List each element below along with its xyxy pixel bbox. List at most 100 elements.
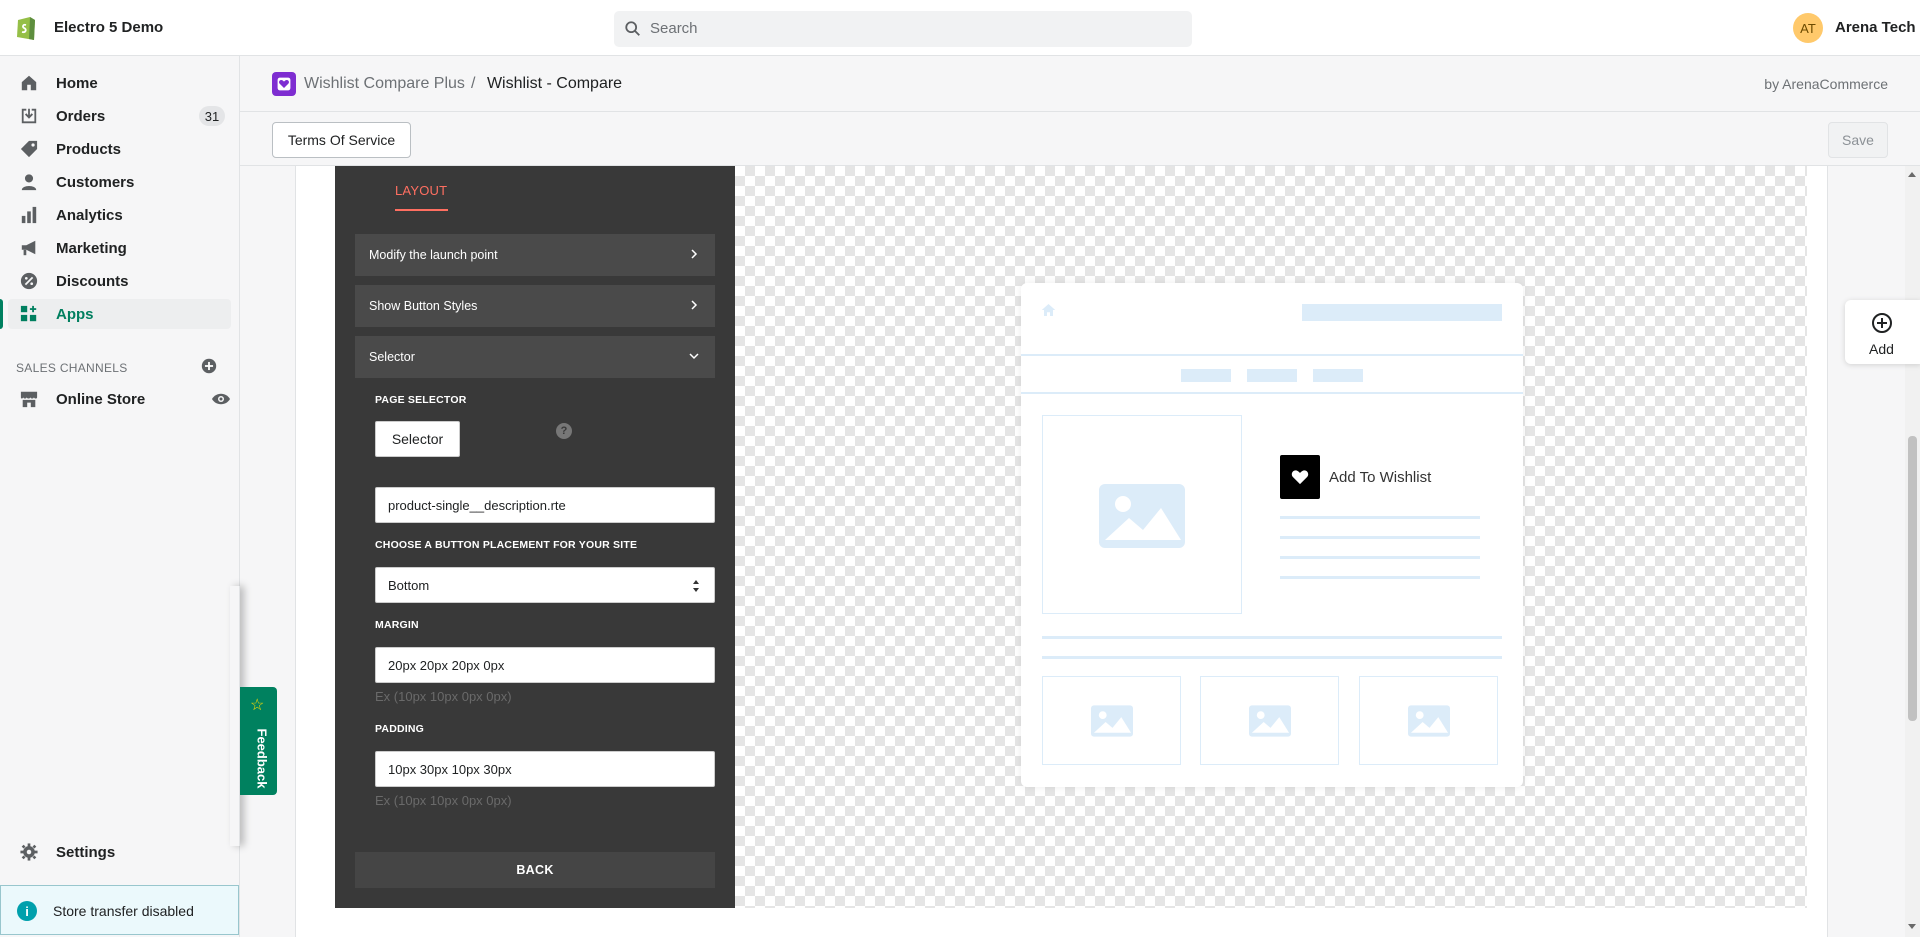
sidebar-item-settings[interactable]: Settings [8,837,231,867]
sidebar-item-label: Online Store [56,391,146,408]
discount-icon [20,272,38,290]
sidebar-item-label: Analytics [56,207,123,224]
plus-circle-icon [1872,313,1892,333]
tag-icon [20,140,38,158]
breadcrumb-separator: / [470,75,476,92]
sidebar-item-label: Home [56,75,98,92]
back-button[interactable]: BACK [355,852,715,888]
avatar[interactable]: AT [1793,13,1823,43]
mock-divider [1021,354,1523,356]
mock-text-line [1280,576,1480,579]
search-icon [625,21,640,36]
mock-divider [1021,392,1523,394]
settings-panel: LAYOUT Modify the launch point Show Butt… [335,166,735,908]
info-icon: i [17,901,37,921]
sidebar-item-apps[interactable]: Apps [0,299,231,329]
scroll-down-arrow-icon[interactable] [1908,924,1916,929]
sidebar-item-label: Apps [56,306,94,323]
mock-text-line [1042,656,1502,659]
scroll-up-arrow-icon[interactable] [1908,172,1916,177]
accordion-modify-launch-point[interactable]: Modify the launch point [355,234,715,276]
mock-nav-item [1313,369,1363,382]
selector-button[interactable]: Selector [375,421,460,457]
help-icon[interactable]: ? [556,423,572,439]
mock-thumbnail [1042,676,1181,765]
chevron-down-icon [689,353,699,360]
shadow-decoration [230,586,240,846]
user-name[interactable]: Arena Tech [1835,19,1916,36]
mock-text-line [1280,536,1480,539]
by-developer: by ArenaCommerce [1764,76,1888,92]
accordion-show-button-styles[interactable]: Show Button Styles [355,285,715,327]
heart-icon [1291,470,1309,485]
person-icon [21,174,37,191]
sidebar-item-customers[interactable]: Customers [8,167,231,197]
chevron-right-icon [691,300,698,310]
tab-layout[interactable]: LAYOUT [395,183,447,198]
placement-value: Bottom [388,578,430,593]
feedback-label: Feedback [254,728,270,789]
padding-input[interactable]: 10px 30px 10px 30px [375,751,715,787]
add-sales-channel-icon[interactable] [200,357,218,375]
feedback-tab[interactable]: ☆ Feedback [240,687,277,795]
page-title: Wishlist - Compare [486,75,623,92]
margin-hint: Ex (10px 10px 0px 0px) [375,689,512,704]
eye-icon[interactable] [211,391,231,407]
margin-label: MARGIN [375,619,419,631]
store-name[interactable]: Electro 5 Demo [54,19,163,36]
store-icon [20,391,38,408]
sidebar-item-orders[interactable]: Orders 31 [8,101,231,131]
sidebar-item-label: Settings [56,844,116,861]
sidebar-item-home[interactable]: Home [8,68,231,98]
search-placeholder: Search [650,20,698,37]
sidebar-item-online-store[interactable]: Online Store [8,384,231,414]
megaphone-icon [21,240,36,256]
gear-icon [20,843,38,861]
sidebar-item-label: Marketing [56,240,127,257]
margin-input[interactable]: 20px 20px 20px 0px [375,647,715,683]
placement-label: CHOOSE A BUTTON PLACEMENT FOR YOUR SITE [375,539,638,551]
add-label: Add [1869,341,1894,357]
action-bar: Terms Of Service Save [240,112,1920,166]
app-header: Wishlist Compare Plus / Wishlist - Compa… [240,56,1920,112]
sidebar-item-marketing[interactable]: Marketing [8,233,231,263]
tab-underline [395,209,448,211]
store-transfer-text: Store transfer disabled [53,903,194,919]
sidebar: Home Orders 31 Products Customers Analyt… [0,56,240,937]
bar-chart-icon [21,206,37,224]
padding-label: PADDING [375,723,425,735]
terms-of-service-button[interactable]: Terms Of Service [272,122,411,158]
image-placeholder-icon [1099,484,1185,548]
mock-nav-item [1181,369,1231,382]
wishlist-heart-icon [272,72,296,96]
scrollbar-thumb[interactable] [1908,436,1917,721]
placement-select[interactable]: Bottom [375,567,715,603]
add-to-wishlist-button[interactable] [1280,455,1320,499]
image-placeholder-icon [1091,705,1133,737]
orders-icon [21,108,37,124]
apps-icon [20,305,37,322]
accordion-label: Show Button Styles [369,299,478,313]
page-selector-label: PAGE SELECTOR [375,394,467,406]
chevron-right-icon [691,249,698,259]
image-placeholder-icon [1408,705,1450,737]
save-button[interactable]: Save [1828,122,1888,158]
sidebar-item-products[interactable]: Products [8,134,231,164]
sidebar-item-analytics[interactable]: Analytics [8,200,231,230]
sidebar-item-discounts[interactable]: Discounts [8,266,231,296]
sales-channels-title: SALES CHANNELS [16,361,128,375]
selector-input[interactable]: product-single__description.rte [375,487,715,523]
mock-nav-item [1247,369,1297,382]
image-placeholder-icon [1249,705,1291,737]
sidebar-item-label: Customers [56,174,135,191]
mock-product-image [1042,415,1242,614]
mock-thumbnail [1359,676,1498,765]
mock-text-line [1280,556,1480,559]
search-input[interactable]: Search [614,11,1192,47]
add-to-wishlist-label[interactable]: Add To Wishlist [1329,469,1431,486]
breadcrumb-app-name[interactable]: Wishlist Compare Plus [304,75,465,93]
mock-thumbnail [1200,676,1339,765]
shopify-logo-icon[interactable] [14,14,38,42]
accordion-selector[interactable]: Selector [355,336,715,378]
add-block-button[interactable]: Add [1845,300,1920,364]
